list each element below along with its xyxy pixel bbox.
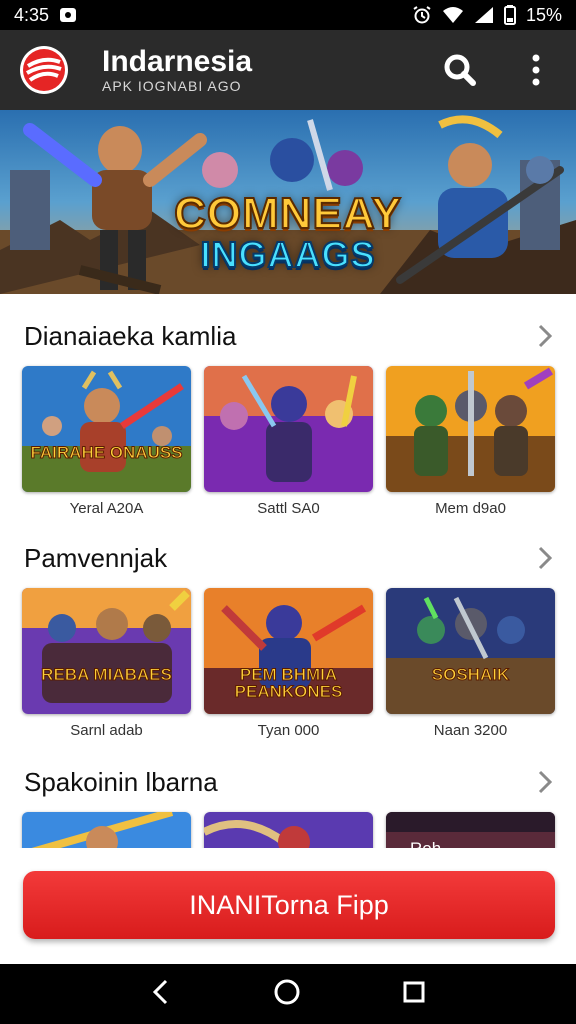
game-thumbnail: SOSHAIK [386,588,555,714]
install-area: INANITorna Fipp [0,848,576,964]
section-header[interactable]: Dianaiaeka kamlia [0,316,576,356]
game-card[interactable]: PEM BHMIA PEANKONES Tyan 000 [204,588,373,739]
game-card[interactable]: REBA MIABAES Sarnl adab [22,588,191,739]
content-scroll[interactable]: Dianaiaeka kamlia FAIRAHE ONAUSS Yeral A… [0,294,576,848]
thumbnail-title: PEM BHMIA PEANKONES [234,665,343,701]
card-label: Mem d9a0 [435,500,506,517]
game-card[interactable]: Roh [386,812,555,848]
game-card[interactable] [22,812,191,848]
game-thumbnail [204,366,373,492]
wifi-icon [442,6,464,24]
card-label: Yeral A20A [69,500,144,517]
status-time: 4:35 [14,4,50,25]
thumbnail-title: SOSHAIK [431,665,510,684]
game-thumbnail [386,366,555,492]
chevron-right-icon[interactable] [538,546,552,570]
section-title: Dianaiaeka kamlia [24,320,237,351]
section-title: Spakoinin lbarna [24,766,218,797]
section-1: Pamvennjak REBA MIABAES Sarnl adab PEM B… [0,538,576,739]
section-header[interactable]: Pamvennjak [0,538,576,578]
home-icon[interactable] [273,978,301,1011]
recents-icon[interactable] [402,980,426,1009]
game-card[interactable]: Sattl SA0 [204,366,373,517]
card-label: Tyan 000 [257,722,320,739]
search-icon[interactable] [440,50,480,90]
section-0: Dianaiaeka kamlia FAIRAHE ONAUSS Yeral A… [0,316,576,517]
battery-icon [503,5,516,25]
game-card[interactable]: SOSHAIK Naan 3200 [386,588,555,739]
back-icon[interactable] [150,979,172,1010]
signal-icon [474,6,494,24]
thumbnail-title: FAIRAHE ONAUSS [30,443,183,462]
section-2: Spakoinin lbarna [0,762,576,848]
app-title: Indarnesia [102,45,253,78]
card-label: Sattl SA0 [257,500,320,517]
hero-banner[interactable]: COMNEAY INGAAGS [0,110,576,294]
card-label: Sarnl adab [70,722,143,739]
status-bar: 4:35 15% [0,0,576,30]
alarm-icon [412,5,432,25]
game-thumbnail: REBA MIABAES [22,588,191,714]
game-card[interactable]: Mem d9a0 [386,366,555,517]
game-card[interactable]: FAIRAHE ONAUSS Yeral A20A [22,366,191,517]
game-thumbnail [22,812,191,848]
hero-title-line2: INGAAGS [199,234,376,275]
thumbnail-title: Roh [386,840,555,848]
game-thumbnail [204,812,373,848]
section-title: Pamvennjak [24,542,168,573]
game-thumbnail: Roh [386,812,555,848]
game-card[interactable] [204,812,373,848]
navigation-bar [0,964,576,1024]
battery-percent: 15% [525,4,562,25]
game-thumbnail: FAIRAHE ONAUSS [22,366,191,492]
app-subtitle: APK IOGNABI AGO [102,78,242,94]
hero-title-line1: COMNEAY [173,189,402,238]
card-label: Naan 3200 [433,722,508,739]
section-header[interactable]: Spakoinin lbarna [0,762,576,802]
logo-icon [20,46,68,94]
notification-icon [59,7,77,23]
game-thumbnail: PEM BHMIA PEANKONES [204,588,373,714]
more-vert-icon[interactable] [516,50,556,90]
install-app-button[interactable]: INANITorna Fipp [23,871,555,939]
chevron-right-icon[interactable] [538,770,552,794]
app-bar: Indarnesia APK IOGNABI AGO [0,30,576,110]
thumbnail-title: REBA MIABAES [41,665,173,684]
chevron-right-icon[interactable] [538,324,552,348]
